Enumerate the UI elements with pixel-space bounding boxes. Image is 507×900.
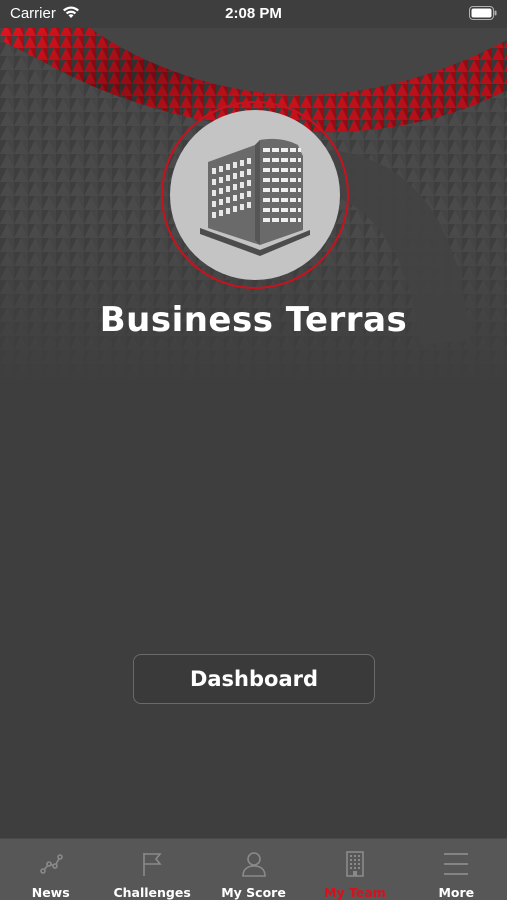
- tab-news[interactable]: News: [0, 839, 101, 900]
- team-name: Business Terras: [99, 300, 408, 340]
- clock: 2:08 PM: [225, 5, 282, 22]
- battery-icon: [469, 6, 497, 24]
- tab-more[interactable]: More: [406, 839, 507, 900]
- dashboard-button[interactable]: Dashboard: [133, 654, 375, 704]
- tab-my-team-label: My Team: [324, 885, 386, 900]
- tab-more-label: More: [438, 885, 475, 900]
- team-logo: [160, 100, 350, 290]
- tab-challenges[interactable]: Challenges: [101, 839, 202, 900]
- person-icon: [241, 852, 266, 877]
- tab-bar: News Challenges My Score My Team More: [0, 838, 507, 900]
- tab-challenges-label: Challenges: [113, 885, 191, 900]
- building-icon: [346, 851, 364, 877]
- status-bar: Carrier 2:08 PM: [0, 0, 507, 28]
- flag-icon: [143, 853, 162, 876]
- tab-my-team[interactable]: My Team: [304, 839, 405, 900]
- tab-my-score[interactable]: My Score: [203, 839, 304, 900]
- tab-news-label: News: [31, 885, 70, 900]
- news-icon: [39, 854, 63, 874]
- menu-icon: [444, 853, 469, 875]
- tab-my-score-label: My Score: [221, 885, 286, 900]
